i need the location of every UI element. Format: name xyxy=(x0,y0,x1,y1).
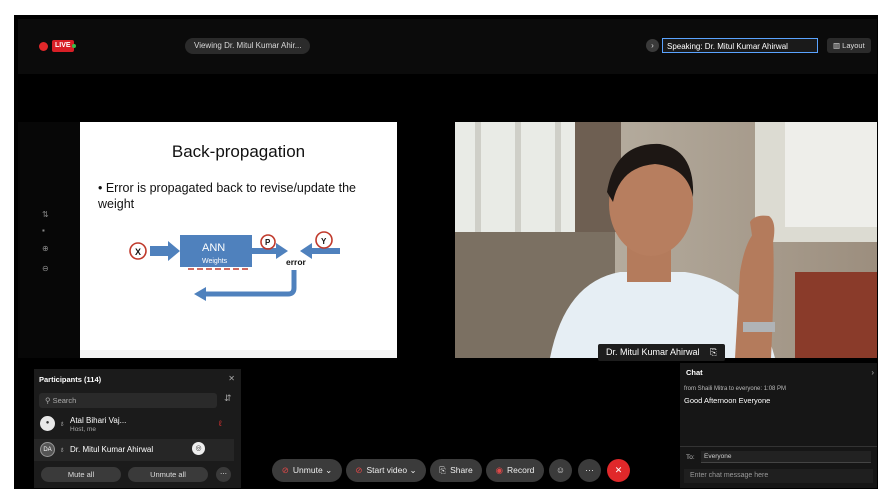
unmute-label: Unmute xyxy=(292,465,323,475)
x-label: X xyxy=(135,247,141,257)
avatar: DA xyxy=(40,442,55,457)
chat-message-text: Good Afternoon Everyone xyxy=(684,396,771,405)
layout-icon: ▥ xyxy=(833,41,843,50)
record-label: Record xyxy=(507,465,535,475)
video-off-icon: ⊘ xyxy=(355,465,363,475)
presenter-name-tag: Dr. Mitul Kumar Ahirwal ⎘ xyxy=(598,344,726,361)
chat-panel: Chat › from Shaili Mitra to everyone: 1:… xyxy=(680,363,877,488)
shared-slide: Back-propagation • Error is propagated b… xyxy=(80,122,397,358)
chat-message-meta: from Shaili Mitra to everyone: 1:08 PM xyxy=(684,386,787,392)
zoom-in-icon[interactable]: ⊕ xyxy=(42,244,49,253)
presenter-status-icon: ◎ xyxy=(192,442,205,455)
unmute-button[interactable]: ⊘ Unmute ⌄ xyxy=(272,459,342,482)
slide-footer xyxy=(80,350,397,358)
participants-title: Participants (114) xyxy=(39,375,102,384)
chat-title: Chat xyxy=(686,368,703,377)
recipient-select[interactable]: Everyone xyxy=(701,451,871,463)
share-icon: ⎘ xyxy=(439,465,447,475)
layout-button[interactable]: ▥ Layout xyxy=(827,38,871,53)
more-icon[interactable]: ⋯ xyxy=(578,459,601,482)
record-icon: ◉ xyxy=(495,465,503,475)
start-video-button[interactable]: ⊘ Start video ⌄ xyxy=(346,459,426,482)
reactions-icon[interactable]: ☺ xyxy=(549,459,572,482)
ann-label: ANN xyxy=(202,242,225,254)
error-label: error xyxy=(286,257,307,267)
participant-search-input[interactable]: ⚲ Search xyxy=(39,393,217,408)
input-arrow xyxy=(150,241,180,261)
chat-input[interactable]: Enter chat message here xyxy=(684,469,873,483)
mute-all-button[interactable]: Mute all xyxy=(41,467,121,482)
share-label: Share xyxy=(450,465,473,475)
close-icon[interactable]: ✕ xyxy=(228,374,235,383)
sort-icon[interactable]: ⇵ xyxy=(224,393,232,404)
top-bar: LIVE Viewing Dr. Mitul Kumar Ahir... › S… xyxy=(18,19,877,74)
zoom-out-icon[interactable]: ⊖ xyxy=(42,264,49,273)
recording-icon xyxy=(39,42,48,51)
muted-mic-icon: ⊘ xyxy=(281,465,289,475)
feedback-arrow-head xyxy=(194,287,206,301)
start-video-label: Start video xyxy=(366,465,408,475)
viewing-indicator[interactable]: Viewing Dr. Mitul Kumar Ahir... xyxy=(185,38,311,54)
more-options-icon[interactable]: ⋯ xyxy=(216,467,231,482)
search-icon: ⚲ xyxy=(45,396,53,405)
y-label: Y xyxy=(321,237,327,246)
chevron-down-icon: ⌄ xyxy=(409,465,417,475)
layout-button-label: Layout xyxy=(842,41,865,50)
participant-row[interactable]: DA ♁ Dr. Mitul Kumar Ahirwal ◎ xyxy=(34,439,234,461)
speaker-collapse-icon[interactable]: › xyxy=(646,39,659,52)
annotation-toolbar: ⇅ ▪ ⊕ ⊖ xyxy=(18,122,80,358)
share-button[interactable]: ⎘ Share xyxy=(430,459,482,482)
stage-spacer xyxy=(18,74,877,122)
participant-name: Dr. Mitul Kumar Ahirwal xyxy=(70,445,154,454)
backprop-diagram: X ANN Weights P Y error xyxy=(129,231,340,301)
unmute-all-button[interactable]: Unmute all xyxy=(128,467,208,482)
search-placeholder: Search xyxy=(52,396,77,405)
p-label: P xyxy=(265,238,271,247)
avatar: ● xyxy=(40,416,55,431)
participant-name: Atal Bihari Vaj... xyxy=(70,416,127,425)
feedback-path xyxy=(206,270,297,297)
end-call-icon[interactable]: ✕ xyxy=(607,459,630,482)
connection-icon xyxy=(72,44,76,48)
live-badge: LIVE xyxy=(52,40,74,52)
chevron-right-icon[interactable]: › xyxy=(871,368,874,377)
participant-role: Host, me xyxy=(70,426,97,433)
pointer-icon[interactable]: ⇅ xyxy=(42,210,49,219)
meeting-app: LIVE Viewing Dr. Mitul Kumar Ahir... › S… xyxy=(18,19,877,488)
record-button[interactable]: ◉ Record xyxy=(486,459,544,482)
divider xyxy=(680,446,877,447)
speaking-indicator: Speaking: Dr. Mitul Kumar Ahirwal xyxy=(662,38,818,53)
chevron-down-icon: ⌄ xyxy=(325,465,333,475)
trash-icon[interactable]: ▪ xyxy=(42,226,45,235)
presenter-name: Dr. Mitul Kumar Ahirwal xyxy=(606,347,700,357)
pop-out-icon[interactable]: ⎘ xyxy=(710,347,717,357)
watch xyxy=(743,322,775,332)
participant-row[interactable]: ● ♁ Atal Bihari Vaj... Host, me ℓ xyxy=(34,413,234,435)
target-arrow xyxy=(300,243,340,259)
mic-icon: ♁ xyxy=(59,419,65,428)
fist xyxy=(750,215,775,242)
ann-sub-label: Weights xyxy=(202,258,228,265)
to-label: To: xyxy=(686,454,695,461)
presenter-video xyxy=(455,122,877,358)
muted-mic-icon[interactable]: ℓ xyxy=(219,419,222,428)
mic-icon: ♁ xyxy=(59,445,65,454)
presenter-video-frame xyxy=(455,122,877,358)
